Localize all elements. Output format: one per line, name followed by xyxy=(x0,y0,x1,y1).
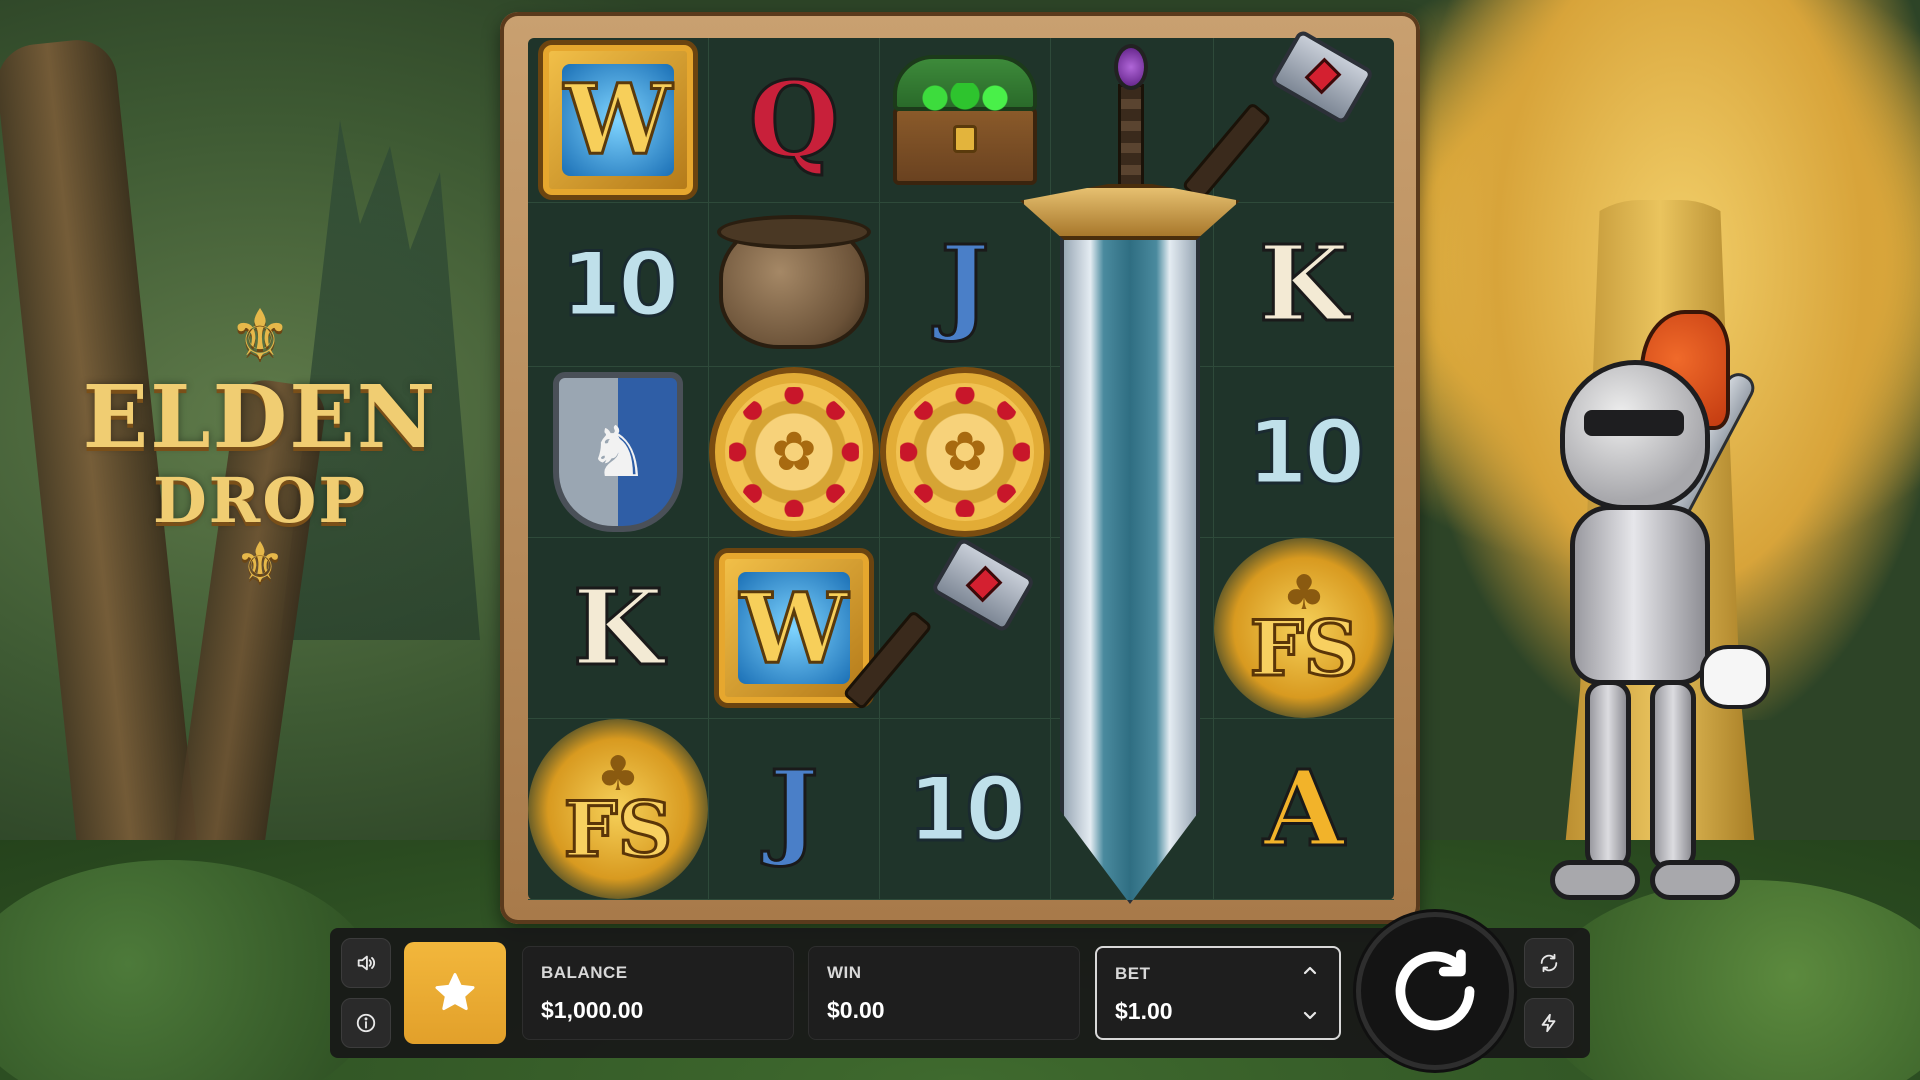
reel-cell: ✿ xyxy=(709,367,880,538)
reel-cell: Q xyxy=(709,38,880,203)
knight-armor xyxy=(1570,505,1710,685)
sword-grip xyxy=(1118,84,1144,194)
reel-grid: W Q 10 J K ♞ ✿ ✿ 10 K W ♣ FS ♣ FS J 10 A xyxy=(528,28,1394,900)
war-hammer-symbol xyxy=(842,536,1040,711)
free-spins-scatter-symbol: ♣ FS xyxy=(1214,538,1394,718)
reel-cell: K xyxy=(528,538,709,719)
favorite-button[interactable] xyxy=(404,942,506,1044)
reel-cell: W xyxy=(528,38,709,203)
king-symbol: K xyxy=(1257,222,1350,346)
star-icon xyxy=(435,973,475,1011)
bet-decrease-button[interactable] xyxy=(1297,1002,1323,1028)
lion-icon: ♞ xyxy=(586,411,650,493)
reel-cell xyxy=(1181,28,1394,203)
queen-symbol: Q xyxy=(747,57,841,181)
reel-cell: ♞ xyxy=(528,367,709,538)
king-symbol: K xyxy=(571,566,664,689)
sword-pommel-gem xyxy=(1114,44,1148,90)
speaker-icon xyxy=(357,955,376,971)
knight-visor xyxy=(1584,410,1684,436)
sword-blade xyxy=(1060,234,1200,904)
lightning-icon xyxy=(1541,1013,1556,1033)
balance-value: $1,000.00 xyxy=(541,997,644,1023)
balance-panel: BALANCE $1,000.00 xyxy=(522,946,794,1040)
info-icon xyxy=(356,1013,376,1033)
reel-cell: J xyxy=(709,719,880,900)
balance-label: BALANCE xyxy=(541,963,628,982)
logo-ornament-icon: ⚜ xyxy=(234,531,286,596)
gold-coin-symbol: ✿ xyxy=(709,367,879,537)
ten-symbol: 10 xyxy=(559,231,680,337)
bet-panel[interactable]: BET $1.00 xyxy=(1095,946,1341,1040)
bet-increase-button[interactable] xyxy=(1297,958,1323,984)
giant-sword-symbol xyxy=(1020,44,1240,904)
ace-symbol: A xyxy=(1262,747,1346,870)
free-spins-scatter-symbol: ♣ FS xyxy=(528,719,708,899)
chevron-up-icon xyxy=(1303,966,1317,975)
win-panel: WIN $0.00 xyxy=(808,946,1080,1040)
reel-cell: A xyxy=(1214,719,1394,900)
war-hammer-symbol xyxy=(1181,28,1379,203)
bet-label: BET xyxy=(1115,964,1151,983)
knight-glove xyxy=(1700,645,1770,709)
reel-cell: 10 xyxy=(528,202,709,367)
sword-guard xyxy=(1020,184,1240,240)
ten-symbol: 10 xyxy=(1245,399,1366,505)
logo-crest-icon: ⚜ xyxy=(228,294,292,376)
sound-button[interactable] xyxy=(341,938,391,988)
lion-shield-symbol: ♞ xyxy=(553,372,683,532)
autoplay-button[interactable] xyxy=(1524,938,1574,988)
reel-cell: ♣ FS xyxy=(1214,538,1394,719)
jack-symbol: J xyxy=(939,222,991,346)
wild-symbol: W xyxy=(538,39,698,200)
knight-mascot xyxy=(1500,300,1830,940)
reel-cell: ♣ FS xyxy=(528,719,709,900)
logo-title-line2: DROP xyxy=(153,464,367,537)
reel-cell: K xyxy=(1214,203,1394,367)
reel-cell xyxy=(709,202,880,367)
turbo-button[interactable] xyxy=(1524,998,1574,1048)
logo-title-line1: ELDEN xyxy=(82,367,438,468)
ten-symbol: 10 xyxy=(906,756,1027,862)
info-button[interactable] xyxy=(341,998,391,1048)
chevron-down-icon xyxy=(1303,1011,1317,1020)
win-label: WIN xyxy=(827,963,862,982)
reel-cell: 10 xyxy=(1214,367,1394,538)
game-logo: ⚜ ELDEN DROP ⚜ xyxy=(80,300,440,640)
win-value: $0.00 xyxy=(827,997,885,1023)
bet-value: $1.00 xyxy=(1115,998,1173,1024)
spin-button[interactable] xyxy=(1356,912,1514,1070)
cauldron-symbol xyxy=(717,215,871,350)
jack-symbol: J xyxy=(768,747,820,870)
spin-arrow-icon xyxy=(1395,949,1475,1031)
autoplay-icon xyxy=(1540,953,1558,973)
